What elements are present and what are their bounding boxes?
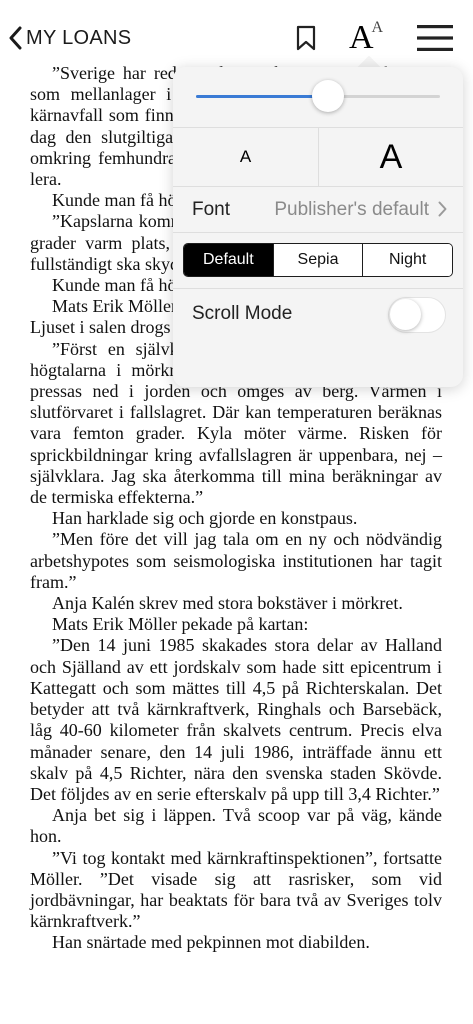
book-paragraph: Han harklade sig och gjorde en konstpaus… [52,508,358,529]
divider [173,232,463,233]
top-bar: MY LOANS A A [0,0,473,64]
font-value: Publisher's default [274,198,429,220]
font-size-icon: A [348,19,374,56]
font-size-row: A A [173,128,463,186]
book-paragraph: ”Men före det vill jag tala om en ny och… [30,529,442,592]
font-size-button[interactable]: A A [346,18,386,58]
chevron-left-icon [9,26,22,50]
scroll-mode-row: Scroll Mode [173,293,463,337]
scroll-mode-toggle[interactable] [388,297,446,333]
brightness-slider-fill [196,95,328,98]
book-paragraph: Anja bet sig i läppen. Två scoop var på … [30,805,442,847]
book-paragraph: Anja Kalén skrev med stora bokstäver i m… [52,593,403,614]
font-selector-row[interactable]: Font Publisher's default [173,187,463,232]
book-paragraph: Mats Erik Möller pekade på kartan: [52,614,309,635]
back-label: MY LOANS [26,26,132,49]
brightness-slider[interactable] [196,80,440,112]
divider [173,288,463,289]
brightness-slider-thumb[interactable] [311,80,344,112]
theme-default-button[interactable]: Default [184,244,273,276]
book-paragraph: Han snärtade med pekpinnen mot diabilden… [52,932,370,953]
toggle-knob [390,299,421,330]
font-label: Font [192,198,231,220]
scroll-mode-label: Scroll Mode [192,303,293,324]
book-paragraph: ”Vi tog kontakt med kärnkraftinspektione… [30,847,442,932]
increase-font-size-button[interactable]: A [319,128,463,186]
hamburger-menu-icon [417,25,453,51]
bookmark-button[interactable] [290,18,322,58]
menu-button[interactable] [414,18,456,58]
theme-night-button[interactable]: Night [362,244,452,276]
back-button[interactable]: MY LOANS [8,22,131,54]
book-paragraph: ”Den 14 juni 1985 skakades stora delar a… [30,635,442,804]
font-size-icon-small: A [371,19,384,36]
bookmark-icon [296,25,316,51]
theme-sepia-button[interactable]: Sepia [272,244,363,276]
decrease-font-size-button[interactable]: A [173,128,318,186]
theme-segmented-control: Default Sepia Night [183,243,453,277]
reading-settings-popover: A A Font Publisher's default Default Sep… [173,67,463,387]
chevron-right-icon [438,201,447,217]
